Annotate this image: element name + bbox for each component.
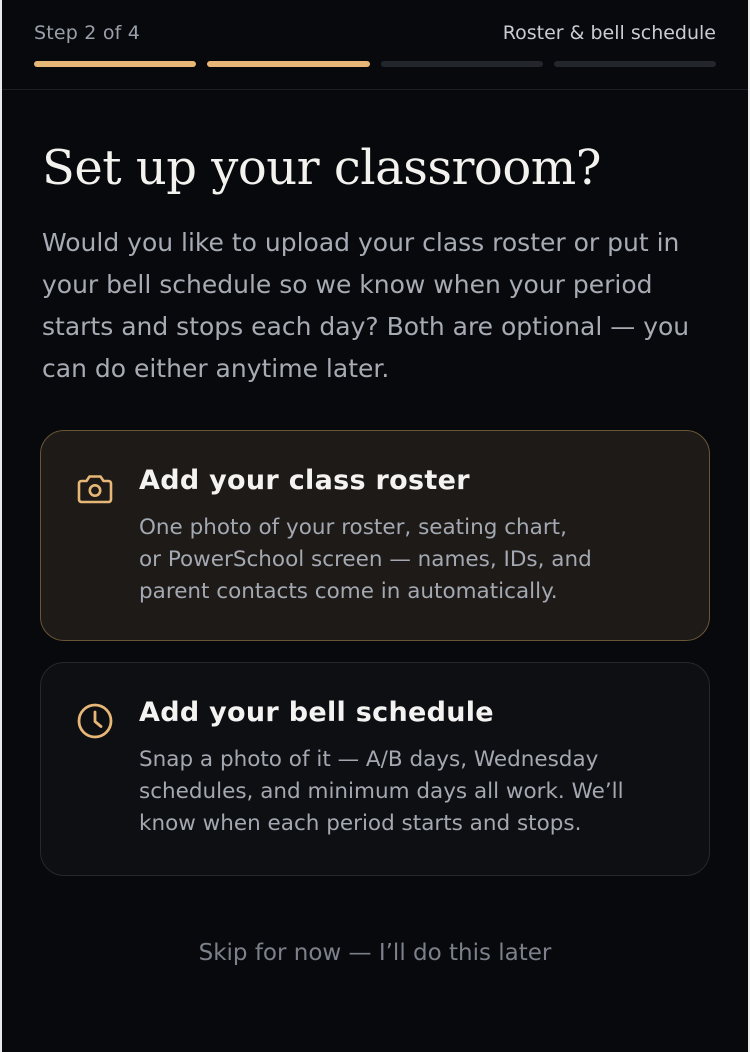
intro-text: Would you like to upload your class rost… <box>42 228 690 383</box>
add-bell-schedule-card[interactable]: Add your bell schedule Snap a photo of i… <box>40 662 710 876</box>
onboarding-screen: Step 2 of 4 Roster & bell schedule Set u… <box>2 0 748 1052</box>
progress-segment <box>553 61 716 67</box>
skip-button[interactable]: Skip for now — I’ll do this later <box>2 940 748 966</box>
progress-bar <box>34 61 716 68</box>
card-description-line: parent contacts come in automatically. <box>139 579 558 604</box>
step-indicator: Step 2 of 4 <box>34 22 141 44</box>
page-title: Set up your classroom? <box>42 140 601 196</box>
camera-icon <box>75 469 115 509</box>
add-roster-card[interactable]: Add your class roster One photo of your … <box>40 430 710 641</box>
progress-segment <box>34 61 197 67</box>
card-description-line: or PowerSchool screen — names, IDs, and <box>139 547 592 572</box>
header: Step 2 of 4 Roster & bell schedule <box>2 0 748 90</box>
card-description: One photo of your roster, seating chart,… <box>139 512 679 608</box>
progress-segment <box>380 61 543 67</box>
card-description-line: schedules, and minimum days all work. We… <box>139 779 624 804</box>
card-description-line: One photo of your roster, seating chart, <box>139 515 567 540</box>
card-title: Add your class roster <box>139 465 470 496</box>
progress-segment <box>207 61 370 67</box>
card-description: Snap a photo of it — A/B days, Wednesday… <box>139 744 679 840</box>
card-title: Add your bell schedule <box>139 697 494 728</box>
step-title: Roster & bell schedule <box>502 22 716 44</box>
card-description-line: Snap a photo of it — A/B days, Wednesday <box>139 747 599 772</box>
card-description-line: know when each period starts and stops. <box>139 811 582 836</box>
clock-icon <box>75 701 115 741</box>
